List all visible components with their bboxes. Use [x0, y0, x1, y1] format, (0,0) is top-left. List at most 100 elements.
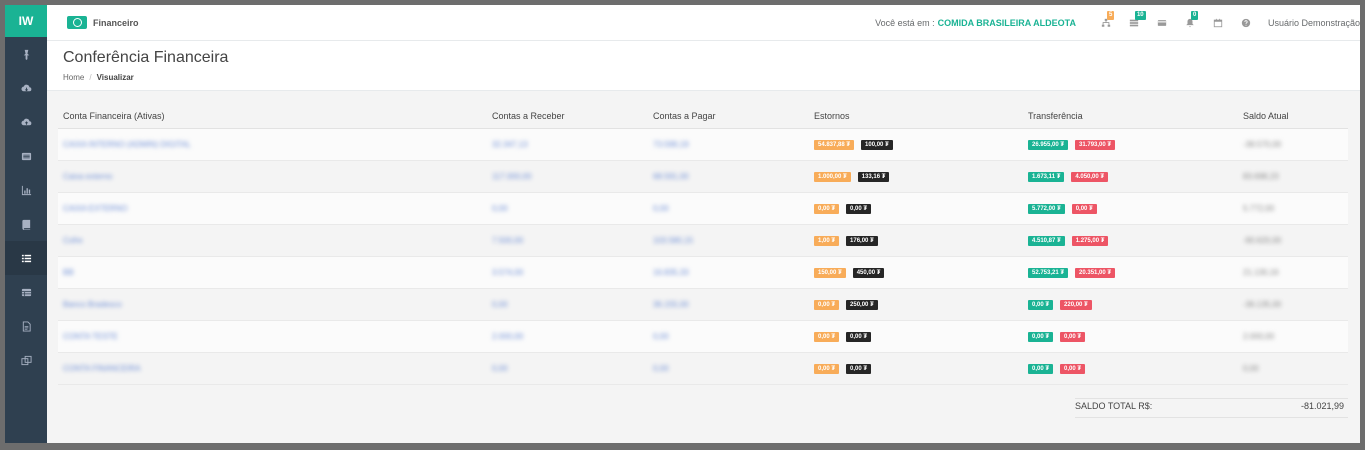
account-link[interactable]: CONTA FINANCEIRA: [63, 364, 141, 373]
cell-receber: 0,00: [487, 192, 648, 225]
estorno-receber-badge[interactable]: 0,00 ₮: [814, 300, 840, 310]
transfer-out-badge[interactable]: 1.275,00 ₮: [1071, 236, 1109, 246]
payable-link[interactable]: 73.599,19: [653, 140, 689, 149]
sidebar-item-lancamentos[interactable]: [5, 139, 47, 173]
header-pagar[interactable]: Contas a Pagar: [648, 105, 809, 129]
sidebar-item-relatorios[interactable]: [5, 173, 47, 207]
payable-link[interactable]: 103.580,15: [653, 236, 693, 245]
payable-link[interactable]: 0,00: [653, 364, 669, 373]
header-saldo[interactable]: Saldo Atual: [1238, 105, 1348, 129]
transfer-in-badge[interactable]: 0,00 ₮: [1028, 364, 1054, 374]
sidebar-item-copias[interactable]: [5, 343, 47, 377]
cell-pagar: 36.155,00: [648, 288, 809, 321]
transfer-out-badge[interactable]: 0,00 ₮: [1071, 204, 1097, 214]
estorno-receber-badge[interactable]: 0,00 ₮: [814, 332, 840, 342]
transfer-in-badge[interactable]: 0,00 ₮: [1028, 332, 1054, 342]
brand[interactable]: Financeiro: [67, 16, 139, 29]
payable-link[interactable]: 16.835,33: [653, 268, 689, 277]
transfer-out-badge[interactable]: 220,00 ₮: [1060, 300, 1092, 310]
estorno-pagar-badge[interactable]: 0,00 ₮: [846, 364, 872, 374]
transfer-out-badge[interactable]: 4.050,00 ₮: [1071, 172, 1109, 182]
cell-receber: 7.500,00: [487, 224, 648, 257]
estorno-receber-badge[interactable]: 0,00 ₮: [814, 364, 840, 374]
estorno-receber-badge[interactable]: 0,00 ₮: [814, 204, 840, 214]
receivable-link[interactable]: 0,00: [492, 364, 508, 373]
credit-card-button[interactable]: [1148, 18, 1176, 28]
sidebar-item-pagar[interactable]: [5, 105, 47, 139]
location-value[interactable]: COMIDA BRASILEIRA ALDEOTA: [938, 18, 1076, 28]
cell-conta: CONTA FINANCEIRA: [58, 352, 487, 385]
cell-transferencia: 1.673,11 ₮ 4.050,00 ₮: [1023, 160, 1238, 193]
tasks-button[interactable]: 10: [1120, 10, 1148, 28]
receivable-link[interactable]: 3.574,00: [492, 268, 523, 277]
sidebar-item-cadastros[interactable]: [5, 207, 47, 241]
estorno-receber-badge[interactable]: 150,00 ₮: [814, 268, 846, 278]
transfer-in-badge[interactable]: 4.510,87 ₮: [1028, 236, 1065, 246]
cell-saldo: -36.135,00: [1238, 288, 1348, 321]
transfer-in-badge[interactable]: 52.753,21 ₮: [1028, 268, 1069, 278]
estorno-pagar-badge[interactable]: 176,00 ₮: [846, 236, 878, 246]
receivable-link[interactable]: 0,00: [492, 204, 508, 213]
transfer-out-badge[interactable]: 31.793,00 ₮: [1075, 140, 1116, 150]
estorno-pagar-badge[interactable]: 450,00 ₮: [852, 268, 885, 278]
transfer-in-badge[interactable]: 0,00 ₮: [1028, 300, 1054, 310]
app-logo[interactable]: IW: [5, 5, 47, 37]
transfer-in-badge[interactable]: 5.772,00 ₮: [1028, 204, 1065, 214]
calendar-button[interactable]: [1204, 18, 1232, 28]
account-link[interactable]: CAIXA INTERNO (ADMIN) DIGITAL: [63, 140, 191, 149]
header-receber[interactable]: Contas a Receber: [487, 105, 648, 129]
account-link[interactable]: Banco Bradesco: [63, 300, 122, 309]
transfer-in-badge[interactable]: 1.673,11 ₮: [1028, 172, 1065, 182]
estorno-pagar-badge[interactable]: 133,16 ₮: [857, 172, 890, 182]
account-link[interactable]: Caixa externo: [63, 172, 112, 181]
topbar: Financeiro Você está em : COMIDA BRASILE…: [47, 5, 1360, 41]
total-balance: SALDO TOTAL R$: -81.021,99: [1075, 398, 1348, 418]
user-menu[interactable]: Usuário Demonstração: [1268, 18, 1360, 28]
receivable-link[interactable]: 117.000,00: [492, 172, 531, 181]
table-row: BB 3.574,00 16.835,33 150,00 ₮ 450,00 ₮ 5…: [58, 256, 1348, 289]
transfer-out-badge[interactable]: 0,00 ₮: [1060, 364, 1086, 374]
payable-link[interactable]: 68.591,00: [653, 172, 689, 181]
estorno-pagar-badge[interactable]: 0,00 ₮: [846, 204, 872, 214]
sidebar-item-receber[interactable]: [5, 71, 47, 105]
payable-link[interactable]: 36.155,00: [653, 300, 689, 309]
sidebar: IW: [5, 5, 47, 443]
estorno-pagar-badge[interactable]: 250,00 ₮: [846, 300, 878, 310]
estorno-receber-badge[interactable]: 54.837,88 ₮: [814, 140, 855, 150]
estorno-pagar-badge[interactable]: 100,00 ₮: [861, 140, 893, 150]
bar-chart-icon: [21, 185, 31, 195]
breadcrumb-home[interactable]: Home: [63, 73, 84, 82]
page-heading: Conferência Financeira Home / Visualizar: [47, 41, 1360, 91]
cell-estornos: 0,00 ₮ 0,00 ₮: [809, 192, 1023, 225]
sidebar-item-conferencia[interactable]: [5, 241, 47, 275]
header-transferencia[interactable]: Transferência: [1023, 105, 1238, 129]
help-button[interactable]: [1232, 18, 1260, 28]
estorno-pagar-badge[interactable]: 0,00 ₮: [846, 332, 872, 342]
total-label: SALDO TOTAL R$:: [1075, 401, 1153, 411]
receivable-link[interactable]: 2.000,00: [492, 332, 523, 341]
transfer-out-badge[interactable]: 20.351,00 ₮: [1075, 268, 1116, 278]
account-link[interactable]: CAIXA EXTERNO: [63, 204, 127, 213]
estorno-receber-badge[interactable]: 1,00 ₮: [814, 236, 840, 246]
cell-saldo: -38.570,00: [1238, 128, 1348, 161]
sidebar-item-contas[interactable]: [5, 275, 47, 309]
transfer-in-badge[interactable]: 26.955,00 ₮: [1028, 140, 1069, 150]
account-link[interactable]: CONTA TESTE: [63, 332, 118, 341]
account-link[interactable]: Cofre: [63, 236, 83, 245]
sidebar-item-documentos[interactable]: [5, 309, 47, 343]
receivable-link[interactable]: 7.500,00: [492, 236, 523, 245]
cell-transferencia: 5.772,00 ₮ 0,00 ₮: [1023, 192, 1238, 225]
notifications-button[interactable]: 0: [1176, 10, 1204, 28]
receivable-link[interactable]: 32.347,13: [492, 140, 528, 149]
receivable-link[interactable]: 0,00: [492, 300, 508, 309]
transfer-out-badge[interactable]: 0,00 ₮: [1060, 332, 1086, 342]
cell-saldo: 21.130,16: [1238, 256, 1348, 289]
payable-link[interactable]: 0,00: [653, 332, 669, 341]
account-link[interactable]: BB: [63, 268, 74, 277]
sitemap-button[interactable]: 5: [1092, 10, 1120, 28]
header-estornos[interactable]: Estornos: [809, 105, 1023, 129]
sidebar-item-pin[interactable]: [5, 37, 47, 71]
payable-link[interactable]: 0,00: [653, 204, 669, 213]
estorno-receber-badge[interactable]: 1.000,00 ₮: [814, 172, 851, 182]
header-conta[interactable]: Conta Financeira (Ativas): [58, 105, 487, 129]
